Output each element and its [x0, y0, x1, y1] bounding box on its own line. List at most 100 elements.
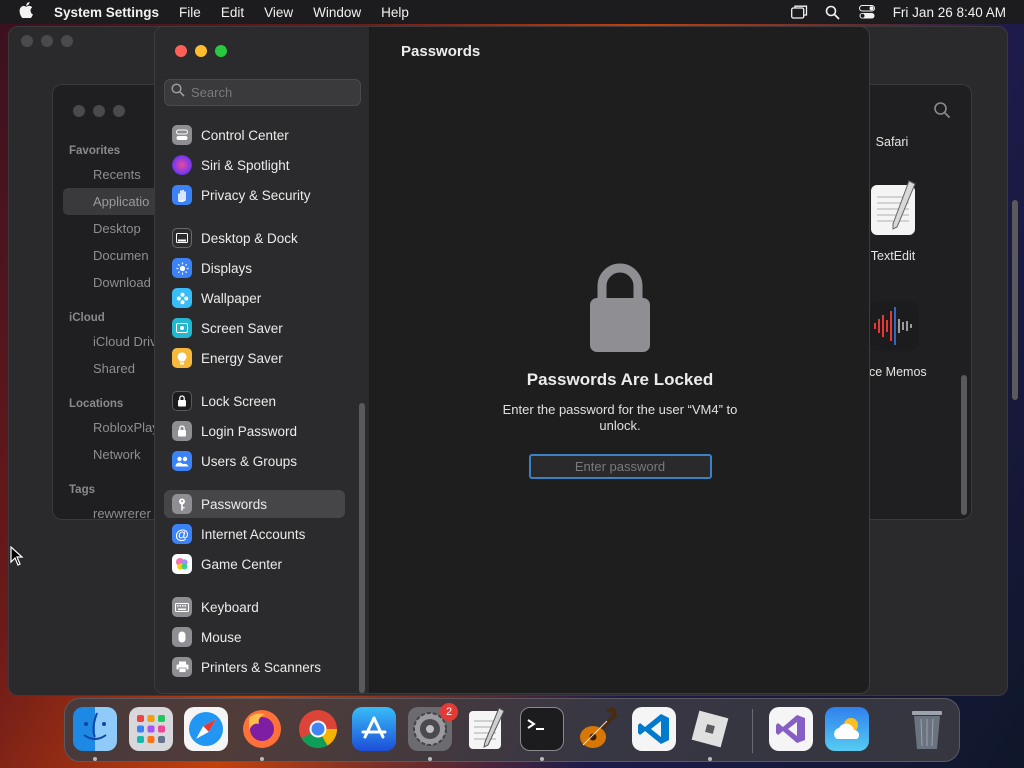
sidebar-item-passwords[interactable]: Passwords	[164, 490, 345, 518]
sidebar-item-users-groups[interactable]: Users & Groups	[164, 447, 345, 475]
finder-app-textedit[interactable]: TextEdit	[865, 249, 921, 263]
finder-item-shared[interactable]: Shared	[53, 355, 163, 382]
sidebar-item-mouse[interactable]: Mouse	[164, 623, 345, 651]
sidebar-item-label: Game Center	[201, 556, 283, 572]
finder-item-downloads[interactable]: Download	[53, 269, 163, 296]
menu-app-name[interactable]: System Settings	[52, 5, 169, 20]
menu-bar-clock[interactable]: Fri Jan 26 8:40 AM	[893, 5, 1006, 20]
password-field[interactable]	[528, 454, 712, 479]
sidebar-item-label: Screen Saver	[201, 320, 283, 336]
close-window-button[interactable]	[175, 45, 187, 57]
finder-item-recents[interactable]: Recents	[53, 161, 163, 188]
sidebar-item-label: Energy Saver	[201, 350, 283, 366]
sidebar-item-login-password[interactable]: Login Password	[164, 417, 345, 445]
locked-message: Enter the password for the user “VM4” to…	[502, 402, 738, 433]
finder-item-network[interactable]: Network	[53, 441, 163, 468]
spotlight-search-icon[interactable]	[825, 5, 841, 20]
window-switcher-icon[interactable]	[790, 5, 807, 19]
background-window-controls	[21, 35, 73, 47]
users-icon	[172, 451, 192, 471]
textedit-app-icon[interactable]	[869, 179, 919, 237]
sidebar-item-label: Mouse	[201, 629, 242, 645]
finder-item-applications[interactable]: Applicatio	[63, 188, 163, 215]
locked-title: Passwords Are Locked	[526, 370, 714, 389]
offscreen-window-edge	[1010, 100, 1020, 480]
zoom-window-button[interactable]	[215, 45, 227, 57]
minimize-window-button[interactable]	[195, 45, 207, 57]
terminal-app-icon[interactable]	[520, 707, 564, 751]
sun-icon	[172, 258, 192, 278]
menu-view[interactable]: View	[254, 5, 303, 20]
menu-window[interactable]: Window	[303, 5, 371, 20]
system-settings-app-icon[interactable]: 2	[408, 703, 458, 751]
apple-menu-icon[interactable]	[0, 2, 52, 22]
finder-app-icon[interactable]	[73, 707, 117, 751]
sidebar-item-label: Printers & Scanners	[201, 659, 322, 675]
finder-app-safari[interactable]: Safari	[865, 135, 919, 149]
sidebar-item-internet-accounts[interactable]: @ Internet Accounts	[164, 520, 345, 548]
locked-panel: Passwords Are Locked Enter the password …	[485, 262, 755, 479]
roblox-app-icon[interactable]	[688, 707, 732, 751]
running-indicator	[428, 757, 432, 761]
finder-item-roblox[interactable]: RobloxPlay	[53, 414, 163, 441]
finder-section-icloud: iCloud	[69, 312, 105, 324]
sidebar-item-keyboard[interactable]: Keyboard	[164, 593, 345, 621]
sidebar-item-siri-spotlight[interactable]: Siri & Spotlight	[164, 151, 345, 179]
finder-section-favorites: Favorites	[69, 145, 121, 157]
weather-app-icon[interactable]	[825, 707, 869, 751]
sidebar-item-game-center[interactable]: Game Center	[164, 550, 345, 578]
garageband-app-icon[interactable]	[576, 707, 620, 751]
sidebar-item-printers-scanners[interactable]: Printers & Scanners	[164, 653, 345, 681]
safari-app-icon[interactable]	[184, 707, 228, 751]
running-indicator	[708, 757, 712, 761]
sidebar-item-lock-screen[interactable]: Lock Screen	[164, 387, 345, 415]
screen-saver-icon	[172, 318, 192, 338]
sidebar-item-control-center[interactable]: Control Center	[164, 121, 345, 149]
finder-item-documents[interactable]: Documen	[53, 242, 163, 269]
finder-section-locations: Locations	[69, 398, 124, 410]
mouse-icon	[172, 627, 192, 647]
settings-search[interactable]	[164, 79, 361, 106]
finder-search-icon[interactable]	[933, 101, 953, 121]
mouse-cursor-icon	[10, 545, 24, 571]
sidebar-item-screen-saver[interactable]: Screen Saver	[164, 314, 345, 342]
finder-scrollbar[interactable]	[961, 375, 967, 515]
finder-item-desktop[interactable]: Desktop	[53, 215, 163, 242]
large-lock-icon	[588, 262, 652, 354]
menu-bar: System Settings File Edit View Window He…	[0, 0, 1024, 24]
sidebar-item-wallpaper[interactable]: Wallpaper	[164, 284, 345, 312]
firefox-app-icon[interactable]	[240, 707, 284, 751]
menu-edit[interactable]: Edit	[211, 5, 254, 20]
siri-icon	[172, 155, 192, 175]
launchpad-app-icon[interactable]	[129, 707, 173, 751]
textedit-dock-icon[interactable]	[464, 707, 508, 751]
vscode-app-icon[interactable]	[632, 707, 676, 751]
control-center-icon	[172, 125, 192, 145]
settings-search-input[interactable]	[191, 85, 351, 100]
chrome-app-icon[interactable]	[296, 707, 340, 751]
visual-studio-app-icon[interactable]	[769, 707, 813, 751]
sidebar-item-label: Control Center	[201, 127, 289, 143]
app-store-app-icon[interactable]	[352, 707, 396, 751]
finder-window-controls[interactable]	[73, 105, 125, 117]
sidebar-scrollbar[interactable]	[359, 403, 365, 693]
sidebar-item-privacy-security[interactable]: Privacy & Security	[164, 181, 345, 209]
window-controls	[175, 45, 227, 57]
menu-help[interactable]: Help	[371, 5, 419, 20]
trash-icon[interactable]	[905, 707, 949, 751]
notification-badge: 2	[440, 703, 458, 721]
sidebar-item-energy-saver[interactable]: Energy Saver	[164, 344, 345, 372]
flower-icon	[172, 288, 192, 308]
sidebar-item-label: Lock Screen	[201, 393, 277, 409]
finder-app-voice-memos[interactable]: ce Memos	[869, 365, 949, 379]
sidebar-item-desktop-dock[interactable]: Desktop & Dock	[164, 224, 345, 252]
sidebar-item-displays[interactable]: Displays	[164, 254, 345, 282]
voice-memos-app-icon[interactable]	[869, 301, 919, 351]
finder-item-icloud-drive[interactable]: iCloud Driv	[53, 328, 163, 355]
at-icon: @	[172, 524, 192, 544]
finder-item-tag[interactable]: rewwrerer	[53, 500, 163, 519]
menu-file[interactable]: File	[169, 5, 211, 20]
sidebar-item-label: Siri & Spotlight	[201, 157, 290, 173]
control-center-icon[interactable]	[858, 5, 875, 19]
sidebar-item-label: Privacy & Security	[201, 187, 311, 203]
